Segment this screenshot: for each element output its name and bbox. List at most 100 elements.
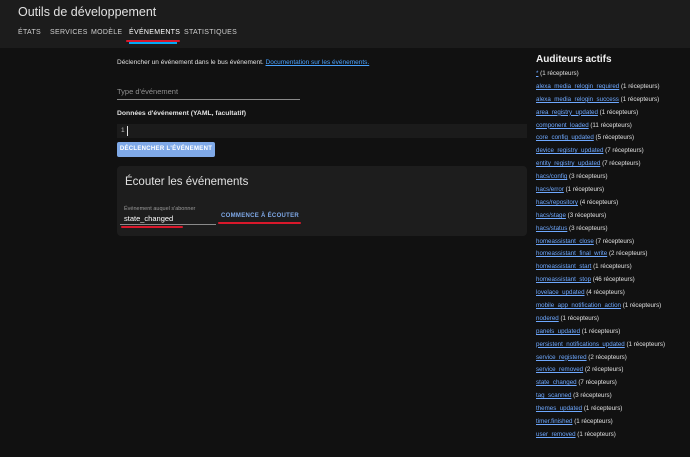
fire-description-text: Déclencher un événement dans le bus évén…: [117, 59, 264, 66]
listener-count: (1 récepteurs): [577, 430, 616, 438]
listener-count: (1 récepteurs): [581, 327, 621, 335]
listener-event-link[interactable]: hacs/stage: [536, 212, 566, 219]
listener-event-link[interactable]: alexa_media_relogin_success: [536, 96, 619, 103]
listener-count: (46 récepteurs): [592, 276, 635, 284]
listener-event-link[interactable]: panels_updated: [536, 328, 580, 335]
event-type-input[interactable]: Type d'événement: [117, 87, 300, 100]
listener-count: (11 récepteurs): [590, 121, 632, 129]
listener-event-link[interactable]: device_registry_updated: [536, 147, 603, 154]
listener-event-link[interactable]: hacs/config: [536, 173, 567, 180]
listener-item: hacs/status (3 récepteurs): [536, 223, 686, 236]
listener-event-link[interactable]: homeassistant_close: [536, 238, 594, 245]
subscribe-event-input[interactable]: state_changed: [124, 214, 173, 223]
listen-card: Écouter les événements Événement auquel …: [117, 166, 527, 236]
listener-item: area_registry_updated (1 récepteurs): [536, 107, 686, 120]
listener-count: (1 récepteurs): [599, 108, 639, 116]
listener-item: state_changed (7 récepteurs): [536, 377, 686, 390]
listener-item: service_removed (2 récepteurs): [536, 364, 686, 377]
listener-event-link[interactable]: homeassistant_final_write: [536, 250, 607, 257]
listener-item: component_loaded (11 récepteurs): [536, 120, 686, 133]
listener-event-link[interactable]: state_changed: [536, 379, 577, 386]
listener-item: mobile_app_notification_action (1 récept…: [536, 300, 686, 313]
start-listening-button[interactable]: COMMENCE À ÉCOUTER: [221, 213, 299, 219]
input-underline: [120, 224, 216, 225]
listen-title: Écouter les événements: [125, 176, 249, 188]
listener-count: (2 récepteurs): [584, 366, 624, 374]
listener-count: (1 récepteurs): [593, 263, 632, 271]
listener-event-link[interactable]: hacs/status: [536, 225, 567, 232]
fire-event-button[interactable]: DÉCLENCHER L'ÉVÉNEMENT: [117, 142, 215, 157]
listener-count: (2 récepteurs): [588, 353, 627, 361]
listener-event-link[interactable]: entity_registry_updated: [536, 160, 600, 167]
app-title: Outils de développement: [18, 5, 157, 19]
listener-count: (1 récepteurs): [620, 95, 660, 103]
listener-count: (3 récepteurs): [569, 224, 608, 232]
listener-item: panels_updated (1 récepteurs): [536, 326, 686, 339]
listener-event-link[interactable]: tag_scanned: [536, 392, 571, 399]
listener-event-link[interactable]: homeassistant_start: [536, 263, 591, 270]
events-doc-link[interactable]: Documentation sur les événements.: [266, 59, 370, 66]
line-number: 1: [121, 127, 125, 134]
listener-count: (1 récepteurs): [622, 302, 662, 310]
tab-services[interactable]: SERVICES: [50, 29, 88, 36]
listener-event-link[interactable]: nodered: [536, 315, 559, 322]
listener-count: (3 récepteurs): [567, 211, 607, 219]
listener-item: homeassistant_start (1 récepteurs): [536, 261, 686, 274]
listener-item: homeassistant_close (7 récepteurs): [536, 236, 686, 249]
text-cursor: [127, 126, 128, 136]
listener-count: (5 récepteurs): [595, 134, 635, 142]
listener-count: (1 récepteurs): [620, 82, 660, 90]
listener-count: (7 récepteurs): [578, 379, 617, 387]
tab-etats[interactable]: ÉTATS: [18, 29, 41, 36]
listener-count: (1 récepteurs): [540, 70, 579, 77]
listener-event-link[interactable]: hacs/error: [536, 186, 564, 193]
listener-event-link[interactable]: persistent_notifications_updated: [536, 341, 625, 348]
listener-event-link[interactable]: timer.finished: [536, 418, 572, 425]
listener-count: (4 récepteurs): [586, 289, 625, 297]
listener-event-link[interactable]: service_removed: [536, 366, 583, 373]
listener-item: homeassistant_stop (46 récepteurs): [536, 274, 686, 287]
listener-event-link[interactable]: *: [536, 70, 538, 77]
listener-count: (1 récepteurs): [626, 340, 665, 348]
tab-modele[interactable]: MODÈLE: [91, 29, 122, 36]
listener-event-link[interactable]: themes_updated: [536, 405, 582, 412]
listener-event-link[interactable]: homeassistant_stop: [536, 276, 591, 283]
listener-item: hacs/error (1 récepteurs): [536, 184, 686, 197]
listener-event-link[interactable]: component_loaded: [536, 122, 589, 129]
listener-event-link[interactable]: user_removed: [536, 431, 576, 438]
listener-event-link[interactable]: service_registered: [536, 354, 587, 361]
listener-item: timer.finished (1 récepteurs): [536, 416, 686, 429]
listener-count: (1 récepteurs): [560, 314, 599, 322]
active-listeners-panel: Auditeurs actifs * (1 récepteurs) alexa_m…: [536, 54, 686, 442]
tab-evenements-label: ÉVÉNEMENTS: [129, 29, 181, 36]
listener-count: (4 récepteurs): [579, 198, 619, 206]
listener-count: (1 récepteurs): [583, 405, 623, 413]
listener-item: tag_scanned (3 récepteurs): [536, 390, 686, 403]
listener-item: service_registered (2 récepteurs): [536, 352, 686, 365]
tab-statistiques[interactable]: STATISTIQUES: [184, 29, 237, 36]
listener-count: (7 récepteurs): [595, 237, 635, 245]
listener-item: nodered (1 récepteurs): [536, 313, 686, 326]
listener-event-link[interactable]: core_config_updated: [536, 134, 594, 141]
listener-item: device_registry_updated (7 récepteurs): [536, 145, 686, 158]
listener-count: (1 récepteurs): [574, 418, 613, 426]
listener-event-link[interactable]: mobile_app_notification_action: [536, 302, 621, 309]
listener-event-link[interactable]: area_registry_updated: [536, 109, 598, 116]
listener-event-link[interactable]: hacs/repository: [536, 199, 578, 206]
listener-item: themes_updated (1 récepteurs): [536, 403, 686, 416]
red-annotation-underline: [218, 222, 301, 224]
tab-evenements[interactable]: ÉVÉNEMENTS: [126, 29, 181, 44]
red-annotation-underline: [121, 226, 183, 228]
listener-item: entity_registry_updated (7 récepteurs): [536, 158, 686, 171]
active-tab-indicator: [129, 42, 177, 44]
listener-count: (2 récepteurs): [608, 250, 648, 258]
listener-count: (1 récepteurs): [565, 186, 605, 194]
listener-item: alexa_media_relogin_required (1 récepteu…: [536, 81, 686, 94]
listener-item: alexa_media_relogin_success (1 récepteur…: [536, 94, 686, 107]
listener-item: lovelace_updated (4 récepteurs): [536, 287, 686, 300]
listener-count: (7 récepteurs): [605, 147, 644, 155]
listener-count: (3 récepteurs): [573, 392, 612, 400]
listener-event-link[interactable]: alexa_media_relogin_required: [536, 83, 619, 90]
listener-event-link[interactable]: lovelace_updated: [536, 289, 585, 296]
yaml-editor[interactable]: 1: [117, 124, 527, 138]
